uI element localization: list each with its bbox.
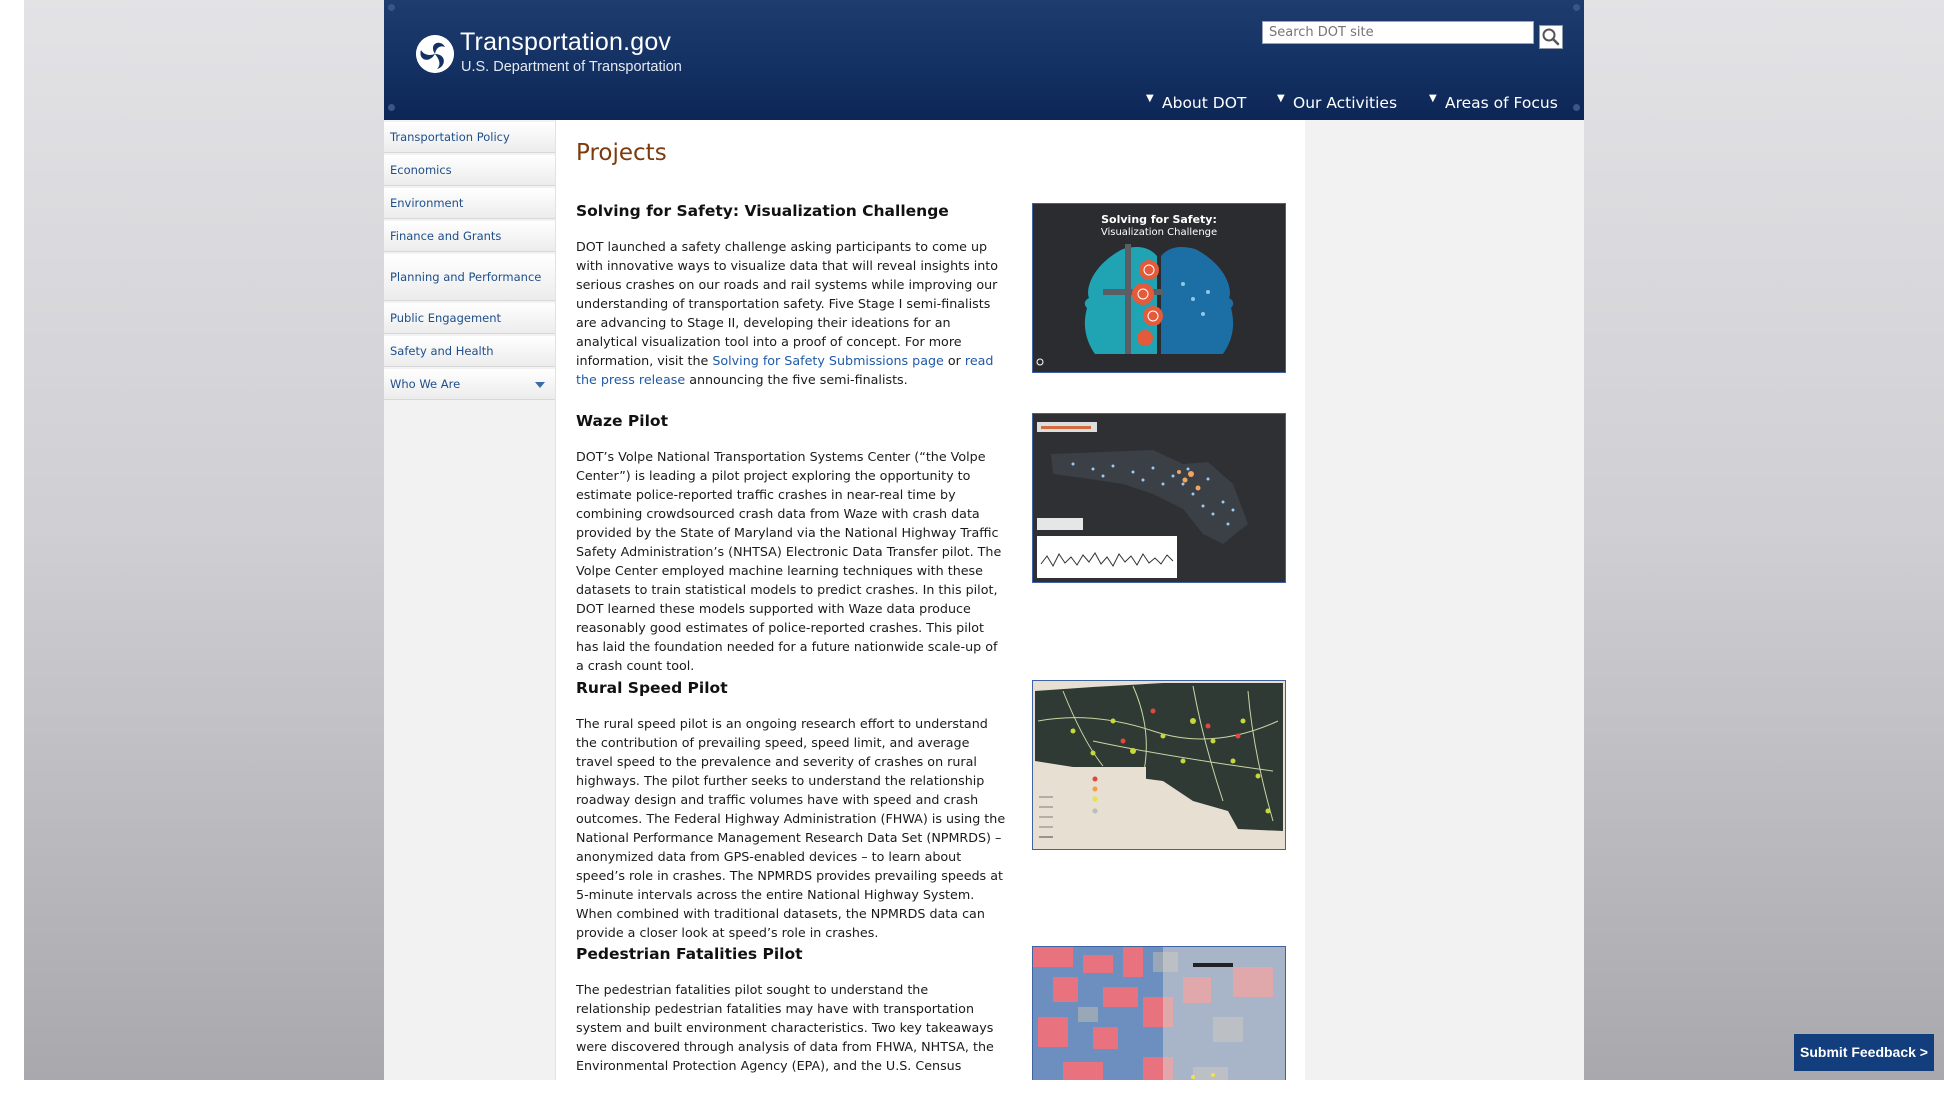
project-rural-speed-pilot: Rural Speed Pilot The rural speed pilot … — [576, 679, 1286, 942]
project-body: The pedestrian fatalities pilot sought t… — [576, 982, 994, 1073]
caret-down-icon: ▼ — [1146, 93, 1154, 104]
sidebar-item-transportation-policy[interactable]: Transportation Policy — [384, 122, 555, 153]
project-image-pedestrian-fatalities-pilot[interactable] — [1032, 946, 1286, 1080]
submit-feedback-button[interactable]: Submit Feedback > — [1794, 1034, 1934, 1071]
project-image-solving-for-safety[interactable]: Solving for Safety: Visualization Challe… — [1032, 203, 1286, 373]
site-name[interactable]: Transportation.gov — [460, 28, 671, 57]
header-rivet — [1573, 4, 1580, 11]
thumb-subtitle: Visualization Challenge — [1101, 227, 1217, 238]
chevron-down-icon[interactable] — [535, 382, 545, 388]
sidebar-item-environment[interactable]: Environment — [384, 188, 555, 219]
site-header: Transportation.gov U.S. Department of Tr… — [384, 0, 1584, 120]
project-waze-pilot: Waze Pilot DOT’s Volpe National Transpor… — [576, 412, 1286, 675]
project-pedestrian-fatalities-pilot: Pedestrian Fatalities Pilot The pedestri… — [576, 945, 1286, 1080]
search-button[interactable] — [1539, 25, 1563, 49]
sidebar-item-public-engagement[interactable]: Public Engagement — [384, 303, 555, 334]
sidebar-item-label: Who We Are — [390, 376, 461, 391]
submissions-page-link[interactable]: Solving for Safety Submissions page — [712, 353, 944, 368]
project-image-waze-pilot[interactable] — [1032, 413, 1286, 583]
top-navigation: ▼ About DOT ▼ Our Activities ▼ Areas of … — [384, 93, 1584, 114]
nav-our-activities[interactable]: Our Activities — [1293, 94, 1397, 112]
project-body: The rural speed pilot is an ongoing rese… — [576, 716, 1006, 940]
main-content: Projects Solving for Safety: Visualizati… — [555, 120, 1306, 1080]
sidebar-item-economics[interactable]: Economics — [384, 155, 555, 186]
right-column — [1305, 120, 1584, 1080]
nav-about-dot[interactable]: About DOT — [1162, 94, 1246, 112]
caret-down-icon: ▼ — [1277, 93, 1285, 104]
sidebar: Transportation Policy Economics Environm… — [384, 120, 555, 1080]
sidebar-item-who-we-are[interactable]: Who We Are — [384, 369, 555, 400]
page: Transportation.gov U.S. Department of Tr… — [384, 0, 1584, 1080]
page-title: Projects — [576, 140, 667, 166]
sidebar-item-finance-and-grants[interactable]: Finance and Grants — [384, 221, 555, 252]
thumb-title: Solving for Safety: — [1101, 213, 1217, 226]
nav-areas-of-focus[interactable]: Areas of Focus — [1445, 94, 1558, 112]
project-solving-for-safety: Solving for Safety: Visualization Challe… — [576, 202, 1286, 389]
project-body: DOT’s Volpe National Transportation Syst… — [576, 449, 1002, 673]
magnifier-icon — [1542, 28, 1560, 46]
sidebar-item-planning-and-performance[interactable]: Planning and Performance — [384, 254, 555, 301]
site-subtitle: U.S. Department of Transportation — [461, 59, 682, 75]
project-body-end: announcing the five semi-finalists. — [685, 372, 908, 387]
project-body: DOT launched a safety challenge asking p… — [576, 239, 999, 368]
dot-triskelion-logo-icon[interactable] — [416, 35, 454, 73]
sidebar-item-safety-and-health[interactable]: Safety and Health — [384, 336, 555, 367]
search-input[interactable] — [1262, 21, 1534, 44]
project-image-rural-speed-pilot[interactable] — [1032, 680, 1286, 850]
header-rivet — [388, 4, 395, 11]
project-body-middle: or — [943, 353, 965, 368]
caret-down-icon: ▼ — [1429, 93, 1437, 104]
